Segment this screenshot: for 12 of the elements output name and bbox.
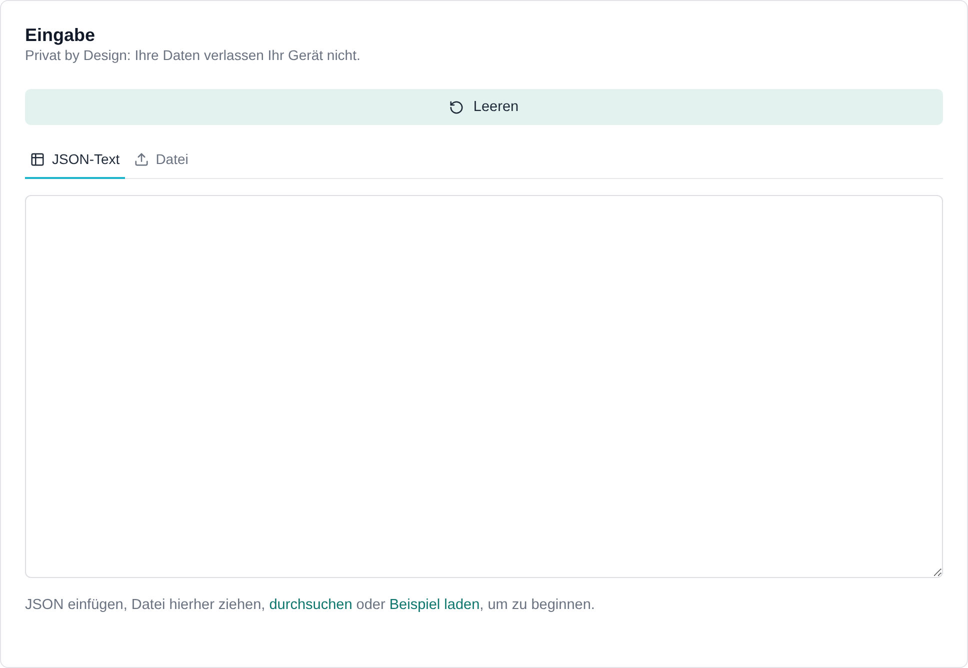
inline-link[interactable]: Beispiel laden xyxy=(389,597,480,613)
upload-icon xyxy=(134,152,149,166)
panel-subtitle: Privat by Design: Ihre Daten verlassen Ihr Gerät nicht. xyxy=(25,46,360,64)
panel-title: Eingabe xyxy=(25,24,96,46)
tab[interactable]: Datei xyxy=(128,141,194,179)
hint-text: JSON einfügen, Datei hierher ziehen, durchsuchen oder Beispiel laden, um zu beginnen. xyxy=(25,596,595,615)
table-icon xyxy=(30,152,45,166)
reset-icon xyxy=(449,100,464,114)
clear-button[interactable]: Leeren xyxy=(25,89,943,125)
inline-link[interactable]: durchsuchen xyxy=(269,597,352,613)
json-input-field[interactable] xyxy=(25,195,943,578)
tab[interactable]: JSON-Text xyxy=(25,141,125,179)
